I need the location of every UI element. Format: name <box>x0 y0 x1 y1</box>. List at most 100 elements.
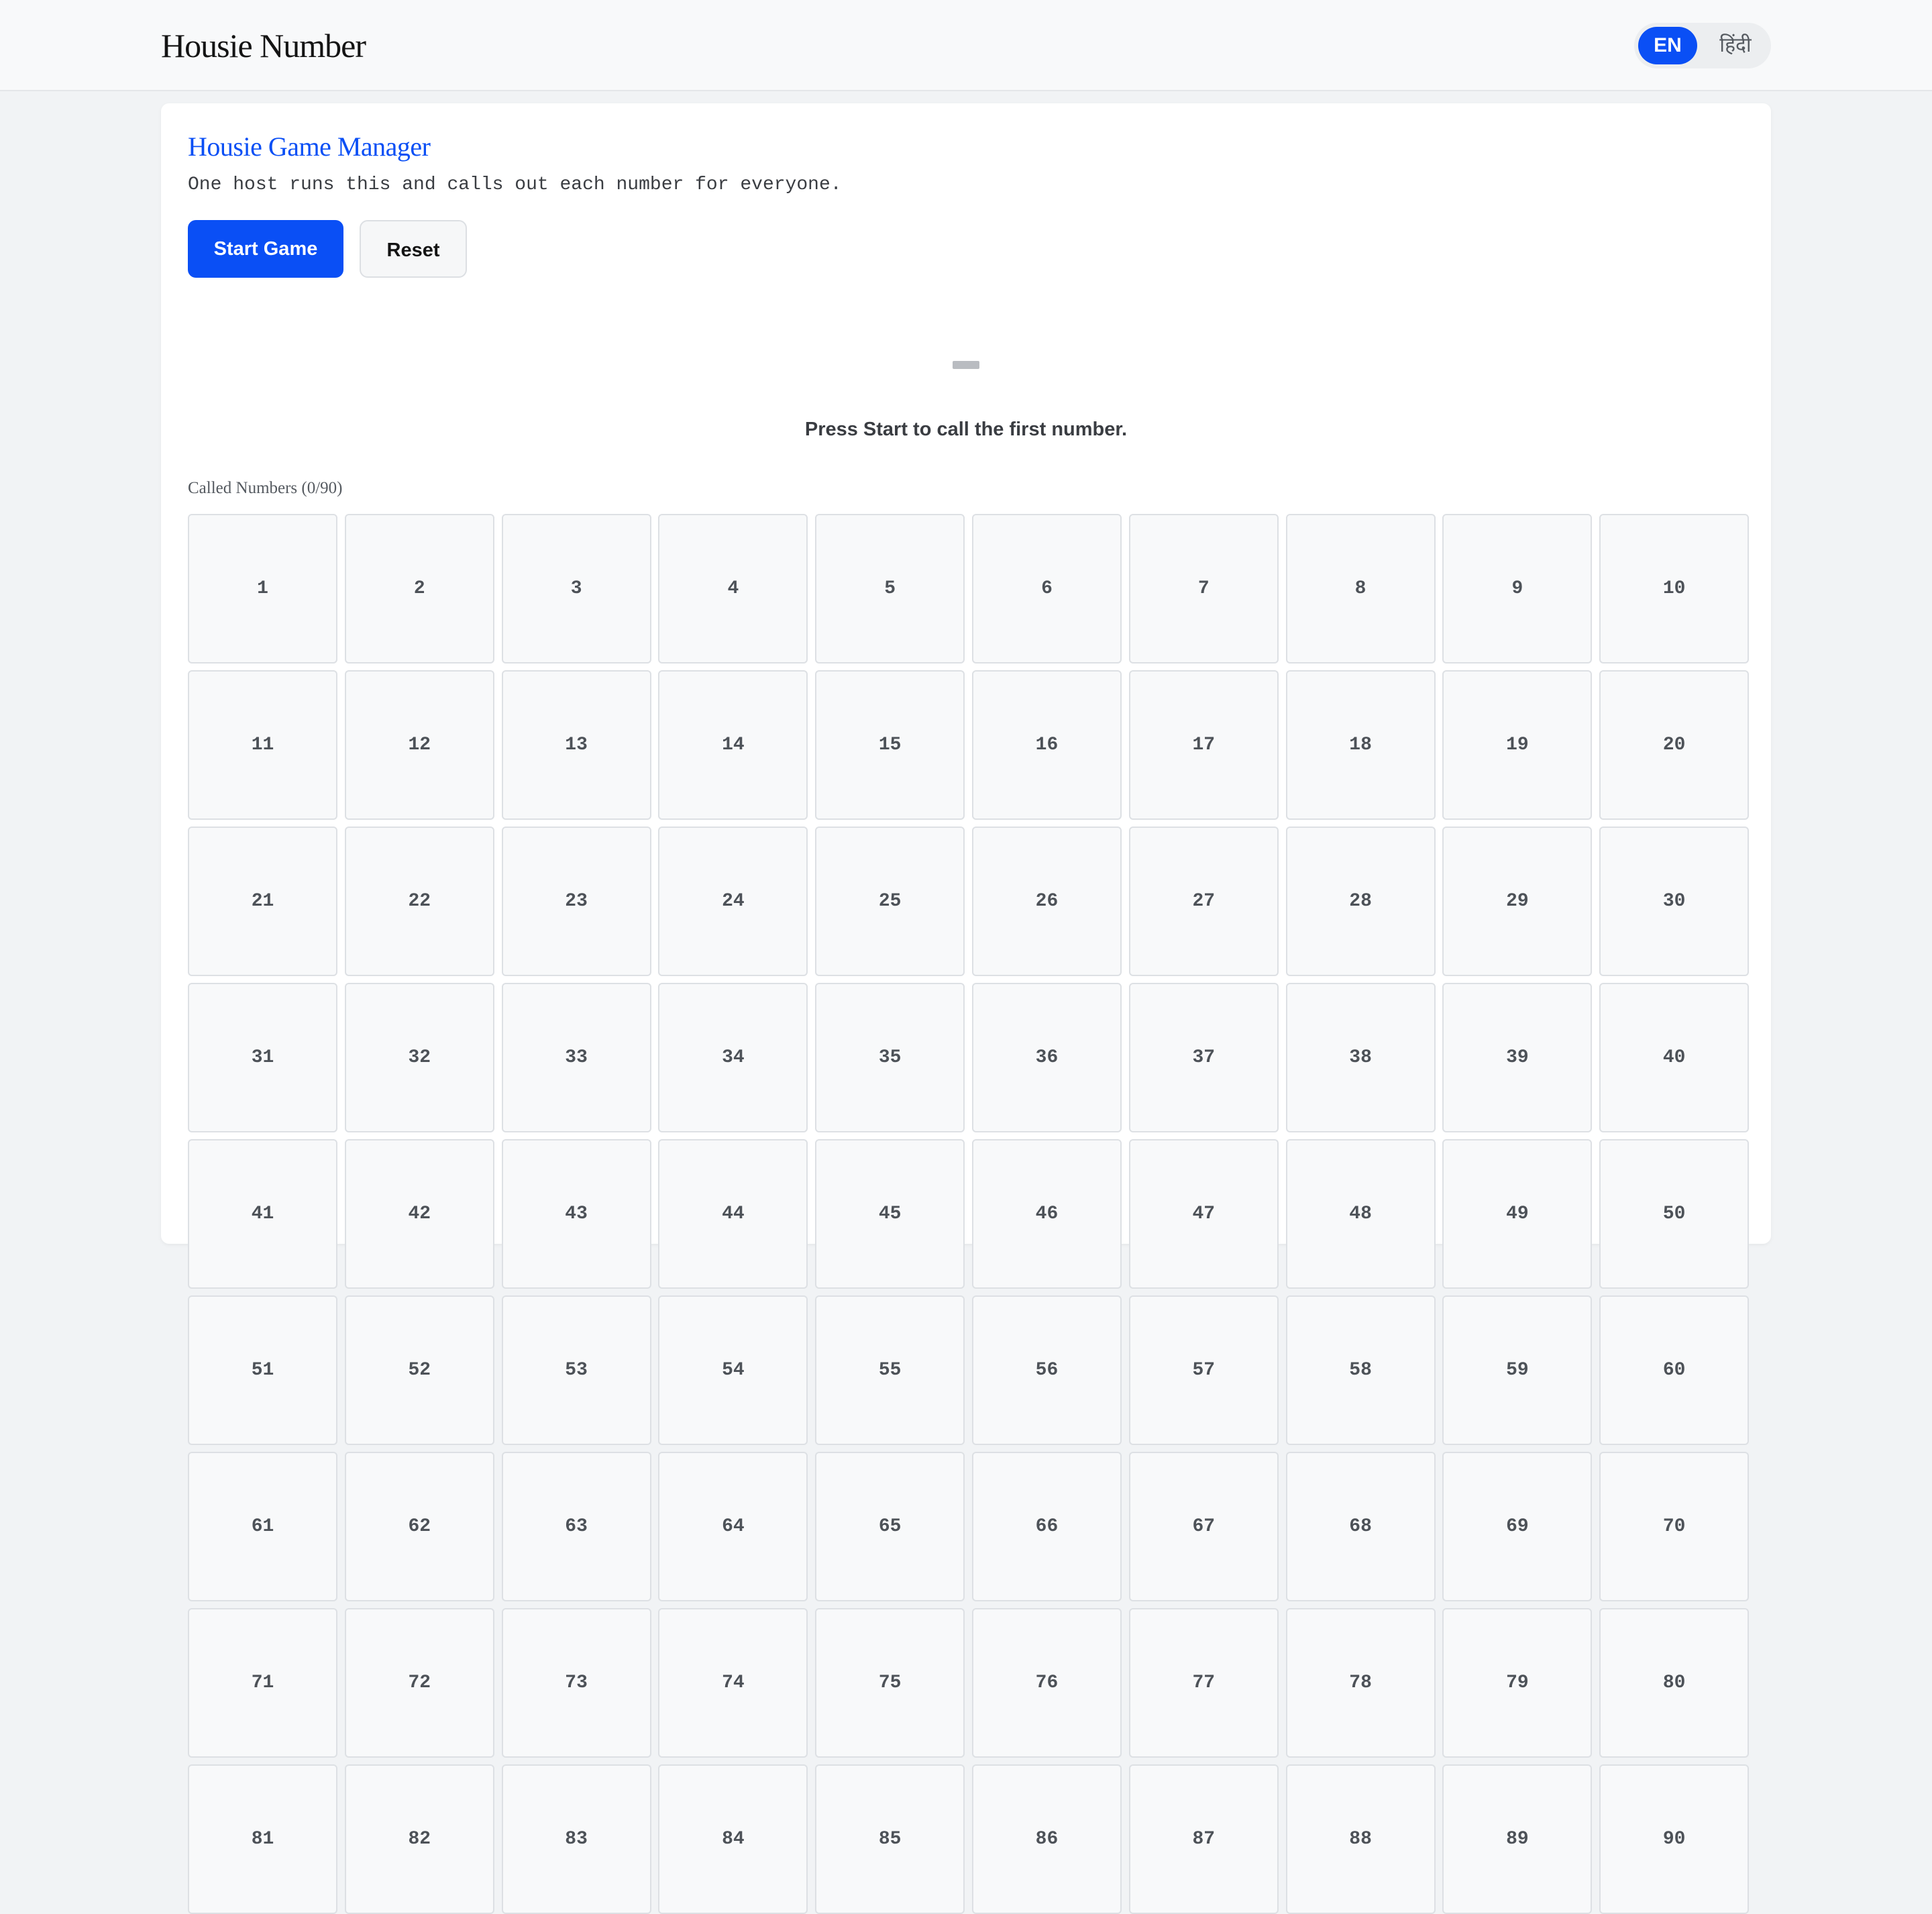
number-cell: 5 <box>815 514 965 663</box>
number-cell: 54 <box>658 1295 808 1445</box>
number-cell: 11 <box>188 670 337 820</box>
number-cell: 56 <box>971 1295 1122 1445</box>
number-cell: 15 <box>815 670 965 820</box>
number-cell: 37 <box>1128 983 1279 1132</box>
start-game-button[interactable]: Start Game <box>188 220 343 278</box>
number-cell: 6 <box>971 514 1122 663</box>
number-cell: 55 <box>815 1295 965 1445</box>
number-cell: 60 <box>1599 1295 1750 1445</box>
called-numbers-label: Called Numbers (0/90) <box>188 479 343 497</box>
page-title: Housie Game Manager <box>188 131 431 162</box>
number-cell: 45 <box>815 1139 965 1289</box>
number-cell: 17 <box>1128 670 1279 820</box>
number-cell: 79 <box>1442 1608 1593 1758</box>
number-cell: 90 <box>1599 1764 1750 1914</box>
number-cell: 21 <box>188 827 337 976</box>
number-cell: 77 <box>1128 1608 1279 1758</box>
number-cell: 12 <box>344 670 494 820</box>
number-cell: 49 <box>1442 1139 1593 1289</box>
number-cell: 65 <box>815 1452 965 1601</box>
number-cell: 76 <box>971 1608 1122 1758</box>
number-cell: 75 <box>815 1608 965 1758</box>
number-cell: 33 <box>501 983 651 1132</box>
number-cell: 71 <box>188 1608 337 1758</box>
number-cell: 18 <box>1285 670 1436 820</box>
number-cell: 39 <box>1442 983 1593 1132</box>
number-cell: 36 <box>971 983 1122 1132</box>
number-cell: 73 <box>501 1608 651 1758</box>
number-cell: 64 <box>658 1452 808 1601</box>
reset-button[interactable]: Reset <box>360 220 467 278</box>
number-cell: 13 <box>501 670 651 820</box>
number-cell: 40 <box>1599 983 1750 1132</box>
number-cell: 58 <box>1285 1295 1436 1445</box>
number-cell: 29 <box>1442 827 1593 976</box>
number-cell: 52 <box>344 1295 494 1445</box>
number-cell: 41 <box>188 1139 337 1289</box>
number-cell: 72 <box>344 1608 494 1758</box>
number-cell: 85 <box>815 1764 965 1914</box>
number-cell: 30 <box>1599 827 1750 976</box>
number-cell: 25 <box>815 827 965 976</box>
number-cell: 84 <box>658 1764 808 1914</box>
number-cell: 53 <box>501 1295 651 1445</box>
number-cell: 68 <box>1285 1452 1436 1601</box>
number-cell: 74 <box>658 1608 808 1758</box>
number-cell: 57 <box>1128 1295 1279 1445</box>
number-cell: 86 <box>971 1764 1122 1914</box>
number-cell: 31 <box>188 983 337 1132</box>
number-cell: 16 <box>971 670 1122 820</box>
number-cell: 2 <box>344 514 494 663</box>
number-cell: 7 <box>1128 514 1279 663</box>
number-cell: 27 <box>1128 827 1279 976</box>
number-cell: 32 <box>344 983 494 1132</box>
language-toggle: EN हिंदी <box>1634 23 1771 68</box>
number-cell: 70 <box>1599 1452 1750 1601</box>
number-cell: 44 <box>658 1139 808 1289</box>
number-cell: 42 <box>344 1139 494 1289</box>
number-cell: 22 <box>344 827 494 976</box>
number-cell: 38 <box>1285 983 1436 1132</box>
number-cell: 35 <box>815 983 965 1132</box>
number-cell: 69 <box>1442 1452 1593 1601</box>
game-manager-card: Housie Game Manager One host runs this a… <box>161 103 1771 1914</box>
number-cell: 61 <box>188 1452 337 1601</box>
status-message: Press Start to call the first number. <box>804 419 1128 440</box>
number-cell: 19 <box>1442 670 1593 820</box>
number-cell: 34 <box>658 983 808 1132</box>
number-cell: 1 <box>188 514 337 663</box>
number-cell: 26 <box>971 827 1122 976</box>
number-cell: 10 <box>1599 514 1750 663</box>
number-cell: 3 <box>501 514 651 663</box>
number-cell: 46 <box>971 1139 1122 1289</box>
number-board: 1 2 3 4 5 6 7 8 9 10 11 12 13 14 15 16 17 18 19 20 21 22 23 24 2… <box>188 514 1750 1914</box>
number-cell: 80 <box>1599 1608 1750 1758</box>
number-cell: 89 <box>1442 1764 1593 1914</box>
number-cell: 83 <box>501 1764 651 1914</box>
number-cell: 78 <box>1285 1608 1436 1758</box>
current-number-placeholder <box>953 361 979 369</box>
language-en-button[interactable]: EN <box>1638 27 1697 64</box>
number-cell: 43 <box>501 1139 651 1289</box>
number-cell: 87 <box>1128 1764 1279 1914</box>
number-cell: 62 <box>344 1452 494 1601</box>
page-subtitle: One host runs this and calls out each nu… <box>188 174 842 195</box>
number-cell: 14 <box>658 670 808 820</box>
number-cell: 67 <box>1128 1452 1279 1601</box>
number-cell: 28 <box>1285 827 1436 976</box>
brand-title: Housie Number <box>161 27 366 64</box>
number-cell: 51 <box>188 1295 337 1445</box>
number-cell: 24 <box>658 827 808 976</box>
number-cell: 50 <box>1599 1139 1750 1289</box>
number-cell: 81 <box>188 1764 337 1914</box>
number-cell: 82 <box>344 1764 494 1914</box>
number-cell: 9 <box>1442 514 1593 663</box>
language-hindi-button[interactable]: हिंदी <box>1705 27 1766 64</box>
number-cell: 48 <box>1285 1139 1436 1289</box>
number-cell: 59 <box>1442 1295 1593 1445</box>
top-bar: Housie Number EN हिंदी <box>0 0 1932 91</box>
number-cell: 8 <box>1285 514 1436 663</box>
number-cell: 66 <box>971 1452 1122 1601</box>
number-cell: 47 <box>1128 1139 1279 1289</box>
number-cell: 23 <box>501 827 651 976</box>
